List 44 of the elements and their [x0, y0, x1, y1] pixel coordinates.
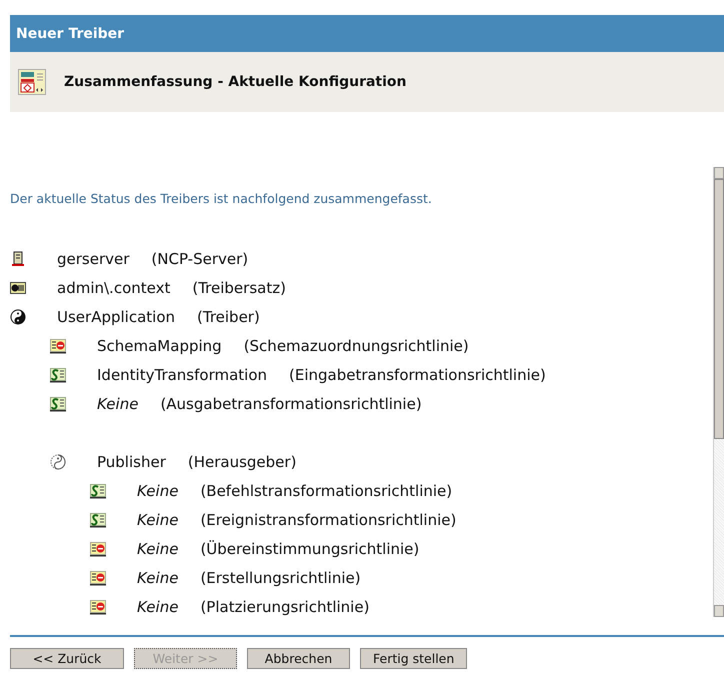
driver-set-icon [10, 280, 26, 296]
item-type: (Treiber) [197, 308, 260, 326]
item-type: (Befehlstransformationsrichtlinie) [200, 482, 452, 500]
item-name: IdentityTransformation [97, 366, 268, 384]
item-type: (Eingabetransformationsrichtlinie) [289, 366, 546, 384]
scrollbar[interactable] [713, 167, 724, 617]
item-type: (Platzierungsrichtlinie) [200, 598, 370, 616]
item-type: (Treibersatz) [192, 278, 286, 296]
item-name: UserApplication [57, 308, 176, 326]
item-name: Publisher [97, 452, 166, 470]
yin-yang-icon [50, 454, 66, 470]
status-text: Der aktuelle Status des Treibers ist nachfolgend zusammengefasst. [10, 191, 433, 206]
item-type: (NCP-Server) [151, 250, 248, 268]
server-icon [10, 250, 26, 266]
policy-icon [50, 338, 66, 354]
item-type: (Übereinstimmungsrichtlinie) [200, 540, 420, 558]
header-bar: Neuer Treiber [10, 15, 724, 52]
item-type: (Erstellungsrichtlinie) [200, 568, 361, 586]
page-title: Zusammenfassung - Aktuelle Konfiguration [64, 74, 407, 90]
item-name: Keine [137, 510, 178, 528]
item-name: Keine [137, 540, 178, 558]
item-type: (Ereignistransformationsrichtlinie) [200, 510, 456, 528]
policy-icon [90, 540, 106, 556]
item-name: Keine [137, 598, 178, 616]
item-name: gerserver [57, 250, 130, 268]
summary-icon [18, 69, 46, 95]
item-type: (Herausgeber) [188, 452, 296, 470]
item-type: (Schemazuordnungsrichtlinie) [244, 336, 469, 354]
item-name: Keine [137, 568, 178, 586]
stylesheet-icon [50, 396, 66, 412]
item-type: (Ausgabetransformationsrichtlinie) [160, 394, 422, 412]
wizard-button[interactable]: << Zurück [10, 648, 124, 669]
item-name: SchemaMapping [97, 336, 222, 354]
stylesheet-icon [90, 482, 106, 498]
policy-icon [90, 570, 106, 586]
stylesheet-icon [90, 512, 106, 528]
policy-icon [90, 598, 106, 614]
wizard-button[interactable]: Fertig stellen [360, 648, 468, 669]
item-name: Keine [137, 482, 178, 500]
item-name: admin\.context [57, 278, 170, 296]
yin-yang-icon [10, 308, 26, 324]
item-name: Keine [97, 394, 138, 412]
wizard-button[interactable]: Abbrechen [247, 648, 350, 669]
stylesheet-icon [50, 366, 66, 382]
